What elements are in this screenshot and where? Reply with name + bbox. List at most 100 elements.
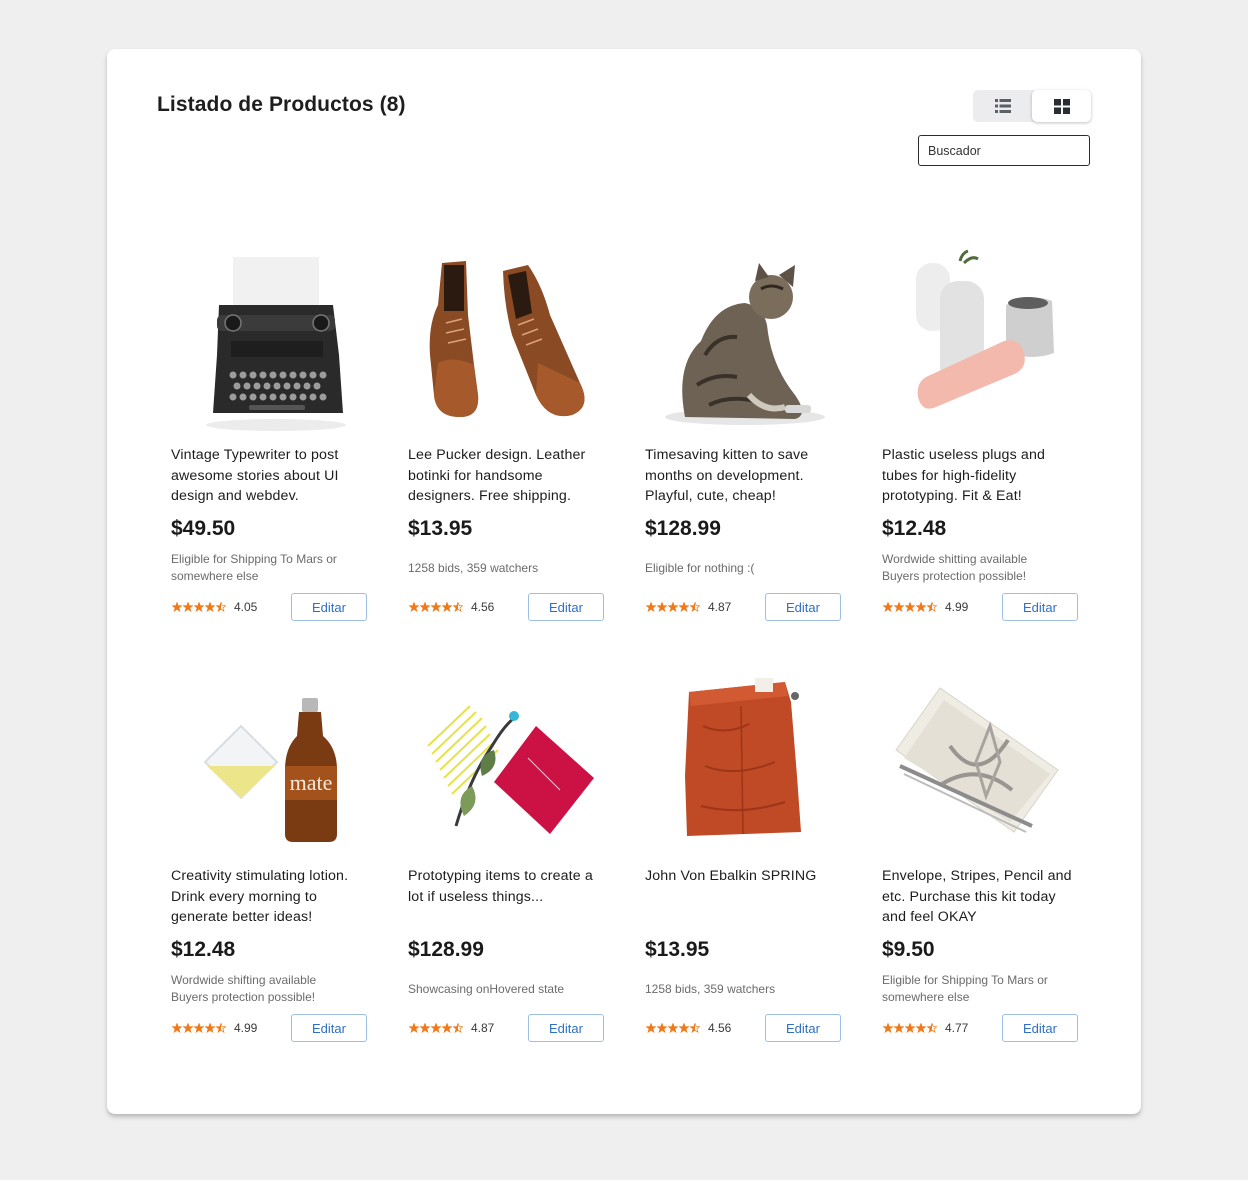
star-full-icon [646, 602, 656, 612]
star-full-icon [194, 602, 204, 612]
edit-button[interactable]: Editar [528, 593, 604, 621]
product-meta: Showcasing onHovered state [408, 981, 565, 996]
star-full-icon [916, 1023, 926, 1033]
grid-view-button[interactable] [1032, 90, 1091, 122]
leather-boots-image[interactable] [408, 245, 604, 435]
product-price: $12.48 [882, 517, 947, 540]
red-notebook-image[interactable] [408, 666, 604, 856]
rating-value: 4.56 [471, 600, 495, 614]
edit-button[interactable]: Editar [291, 1014, 367, 1042]
star-full-icon [916, 602, 926, 612]
star-full-icon [905, 1023, 915, 1033]
star-rating [172, 1023, 226, 1033]
star-full-icon [183, 602, 193, 612]
star-full-icon [183, 1023, 193, 1033]
star-full-icon [442, 602, 452, 612]
star-full-icon [409, 602, 419, 612]
star-full-icon [894, 602, 904, 612]
star-half-icon [690, 602, 700, 612]
product-meta: Wordwide shifting available Buyers prote… [171, 973, 317, 1004]
star-full-icon [409, 1023, 419, 1033]
product-list-card: Listado de Productos (8) Buscador Vintag… [107, 49, 1141, 1114]
star-half-icon [453, 1023, 463, 1033]
star-full-icon [668, 1023, 678, 1033]
star-full-icon [420, 1023, 430, 1033]
product-card: Timesaving kitten to save months on deve… [645, 245, 841, 625]
star-full-icon [172, 1023, 182, 1033]
star-full-icon [172, 602, 182, 612]
product-card: Lee Pucker design. Leather botinki for h… [408, 245, 604, 625]
product-price: $9.50 [882, 938, 935, 961]
rating-value: 4.99 [945, 600, 969, 614]
product-card: Envelope, Stripes, Pencil and etc. Purch… [882, 666, 1078, 1046]
star-full-icon [431, 1023, 441, 1033]
product-price: $12.48 [171, 938, 236, 961]
product-footer: 4.87 Editar [408, 1014, 604, 1042]
page-title: Listado de Productos (8) [157, 93, 406, 116]
star-full-icon [894, 1023, 904, 1033]
star-full-icon [905, 602, 915, 612]
edit-button[interactable]: Editar [1002, 593, 1078, 621]
star-full-icon [679, 1023, 689, 1033]
product-price: $13.95 [645, 938, 710, 961]
rating-value: 4.87 [471, 1021, 495, 1035]
rating-value: 4.56 [708, 1021, 732, 1035]
product-description: Creativity stimulating lotion. Drink eve… [171, 868, 349, 926]
edit-button[interactable]: Editar [765, 1014, 841, 1042]
edit-button[interactable]: Editar [1002, 1014, 1078, 1042]
svg-text:mate: mate [290, 770, 333, 795]
star-full-icon [657, 602, 667, 612]
envelope-kit-image[interactable] [882, 666, 1078, 856]
mate-bottle-image[interactable]: mate [171, 666, 367, 856]
product-footer: 4.99 Editar [171, 1014, 367, 1042]
star-full-icon [668, 602, 678, 612]
product-footer: 4.56 Editar [645, 1014, 841, 1042]
edit-button[interactable]: Editar [291, 593, 367, 621]
product-footer: 4.56 Editar [408, 593, 604, 621]
product-card: Prototyping items to create a lot if use… [408, 666, 604, 1046]
product-meta: 1258 bids, 359 watchers [408, 560, 539, 575]
typewriter-image[interactable] [171, 245, 367, 435]
product-meta: Eligible for Shipping To Mars or somewhe… [882, 973, 1048, 1004]
star-half-icon [690, 1023, 700, 1033]
product-footer: 4.05 Editar [171, 593, 367, 621]
edit-button[interactable]: Editar [528, 1014, 604, 1042]
rating-value: 4.99 [234, 1021, 258, 1035]
star-half-icon [216, 602, 226, 612]
product-description: Plastic useless plugs and tubes for high… [882, 447, 1046, 505]
product-price: $49.50 [171, 517, 236, 540]
list-view-button[interactable] [973, 90, 1032, 122]
product-footer: 4.87 Editar [645, 593, 841, 621]
star-full-icon [883, 602, 893, 612]
product-price: $128.99 [645, 517, 721, 540]
star-rating [409, 602, 463, 612]
product-description: Lee Pucker design. Leather botinki for h… [408, 447, 586, 505]
star-full-icon [205, 1023, 215, 1033]
search-input[interactable] [918, 135, 1090, 166]
star-rating [646, 602, 700, 612]
star-rating [883, 1023, 937, 1033]
red-pants-image[interactable] [645, 666, 841, 856]
star-full-icon [205, 602, 215, 612]
product-meta: Eligible for nothing :( [645, 560, 755, 575]
edit-button[interactable]: Editar [765, 593, 841, 621]
plastic-plugs-image[interactable] [882, 245, 1078, 435]
product-description: Vintage Typewriter to post awesome stori… [171, 447, 339, 505]
product-description: Timesaving kitten to save months on deve… [645, 447, 809, 505]
product-price: $128.99 [408, 938, 484, 961]
star-full-icon [431, 602, 441, 612]
star-full-icon [679, 602, 689, 612]
grid-view-icon [1053, 98, 1070, 114]
star-rating [646, 1023, 700, 1033]
star-rating [172, 602, 226, 612]
product-description: Prototyping items to create a lot if use… [408, 868, 593, 905]
product-meta: Wordwide shitting available Buyers prote… [882, 552, 1028, 583]
kitten-image[interactable] [645, 245, 841, 435]
product-card: Vintage Typewriter to post awesome stori… [171, 245, 367, 625]
star-rating [409, 1023, 463, 1033]
product-card: mate Creativity stimulating lotion. Drin… [171, 666, 367, 1046]
star-full-icon [657, 1023, 667, 1033]
product-footer: 4.77 Editar [882, 1014, 1078, 1042]
star-full-icon [194, 1023, 204, 1033]
star-rating [883, 602, 937, 612]
